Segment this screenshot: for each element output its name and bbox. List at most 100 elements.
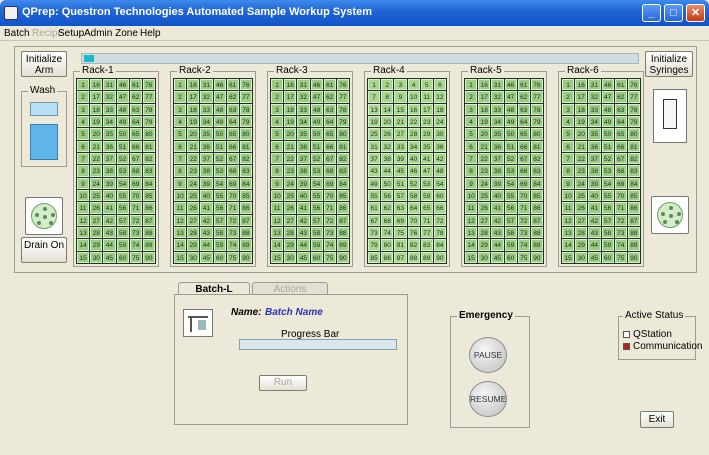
vial-position[interactable]: 55 (310, 189, 323, 202)
vial-position[interactable]: 2 (77, 91, 90, 103)
vial-position[interactable]: 29 (187, 239, 200, 251)
vial-position[interactable]: 29 (575, 239, 588, 251)
vial-position[interactable]: 67 (129, 152, 142, 165)
vial-position[interactable]: 77 (239, 91, 252, 103)
vial-position[interactable]: 80 (142, 128, 155, 140)
vial-position[interactable]: 36 (588, 140, 601, 152)
vial-position[interactable]: 42 (588, 214, 601, 226)
vial-position[interactable]: 88 (142, 226, 155, 239)
vial-position[interactable]: 65 (517, 128, 530, 140)
vial-position[interactable]: 74 (129, 239, 142, 251)
vial-position[interactable]: 23 (90, 165, 103, 177)
vial-position[interactable]: 17 (420, 103, 433, 115)
vial-position[interactable]: 48 (504, 103, 517, 115)
vial-position[interactable]: 41 (420, 152, 433, 165)
vial-position[interactable]: 87 (142, 214, 155, 226)
vial-position[interactable]: 82 (407, 239, 420, 251)
vial-position[interactable]: 1 (368, 79, 381, 91)
vial-position[interactable]: 62 (381, 202, 394, 214)
vial-position[interactable]: 65 (420, 202, 433, 214)
vial-position[interactable]: 90 (433, 251, 446, 263)
vial-position[interactable]: 10 (271, 189, 284, 202)
vial-position[interactable]: 10 (77, 189, 90, 202)
vial-position[interactable]: 28 (187, 226, 200, 239)
vial-position[interactable]: 49 (368, 177, 381, 189)
vial-position[interactable]: 18 (478, 103, 491, 115)
vial-position[interactable]: 33 (491, 103, 504, 115)
vial-position[interactable]: 60 (116, 251, 129, 263)
vial-position[interactable]: 87 (336, 214, 349, 226)
vial-position[interactable]: 28 (407, 128, 420, 140)
vial-position[interactable]: 1 (174, 79, 187, 91)
vial-position[interactable]: 25 (478, 189, 491, 202)
vial-position[interactable]: 78 (530, 103, 543, 115)
vial-position[interactable]: 30 (284, 251, 297, 263)
vial-position[interactable]: 20 (187, 128, 200, 140)
vial-position[interactable]: 24 (90, 177, 103, 189)
vial-position[interactable]: 34 (491, 115, 504, 128)
vial-position[interactable]: 89 (239, 239, 252, 251)
vial-position[interactable]: 30 (575, 251, 588, 263)
vial-position[interactable]: 84 (530, 177, 543, 189)
vial-position[interactable]: 49 (601, 115, 614, 128)
vial-position[interactable]: 63 (129, 103, 142, 115)
vial-position[interactable]: 70 (517, 189, 530, 202)
exit-button[interactable]: Exit (640, 411, 674, 428)
vial-position[interactable]: 33 (297, 103, 310, 115)
vial-position[interactable]: 66 (517, 140, 530, 152)
vial-position[interactable]: 39 (394, 152, 407, 165)
vial-position[interactable]: 65 (323, 128, 336, 140)
vial-position[interactable]: 75 (323, 251, 336, 263)
vial-position[interactable]: 75 (394, 226, 407, 239)
vial-position[interactable]: 62 (323, 91, 336, 103)
vial-position[interactable]: 12 (562, 214, 575, 226)
vial-position[interactable]: 25 (90, 189, 103, 202)
vial-position[interactable]: 5 (271, 128, 284, 140)
vial-position[interactable]: 53 (601, 165, 614, 177)
vial-position[interactable]: 10 (562, 189, 575, 202)
vial-position[interactable]: 3 (562, 103, 575, 115)
vial-position[interactable]: 6 (433, 79, 446, 91)
vial-position[interactable]: 18 (90, 103, 103, 115)
vial-position[interactable]: 24 (478, 177, 491, 189)
vial-position[interactable]: 61 (129, 79, 142, 91)
vial-position[interactable]: 8 (465, 165, 478, 177)
vial-position[interactable]: 66 (323, 140, 336, 152)
vial-position[interactable]: 23 (284, 165, 297, 177)
vial-position[interactable]: 67 (614, 152, 627, 165)
vial-position[interactable]: 53 (504, 165, 517, 177)
vial-position[interactable]: 66 (614, 140, 627, 152)
vial-position[interactable]: 85 (336, 189, 349, 202)
vial-position[interactable]: 78 (627, 103, 640, 115)
vial-position[interactable]: 32 (103, 91, 116, 103)
vial-position[interactable]: 44 (103, 239, 116, 251)
vial-position[interactable]: 11 (420, 91, 433, 103)
vial-position[interactable]: 17 (90, 91, 103, 103)
drain-on-button[interactable]: Drain On (21, 237, 67, 263)
vial-position[interactable]: 83 (627, 165, 640, 177)
vial-position[interactable]: 45 (297, 251, 310, 263)
vial-position[interactable]: 32 (588, 91, 601, 103)
vial-position[interactable]: 71 (129, 202, 142, 214)
vial-position[interactable]: 17 (284, 91, 297, 103)
vial-position[interactable]: 69 (517, 177, 530, 189)
vial-position[interactable]: 15 (174, 251, 187, 263)
vial-position[interactable]: 15 (562, 251, 575, 263)
vial-position[interactable]: 8 (381, 91, 394, 103)
vial-position[interactable]: 19 (575, 115, 588, 128)
vial-position[interactable]: 4 (271, 115, 284, 128)
vial-position[interactable]: 6 (562, 140, 575, 152)
vial-position[interactable]: 72 (129, 214, 142, 226)
vial-position[interactable]: 89 (142, 239, 155, 251)
vial-position[interactable]: 86 (381, 251, 394, 263)
vial-position[interactable]: 6 (465, 140, 478, 152)
vial-position[interactable]: 57 (213, 214, 226, 226)
vial-position[interactable]: 47 (601, 91, 614, 103)
vial-position[interactable]: 67 (368, 214, 381, 226)
vial-position[interactable]: 7 (271, 152, 284, 165)
vial-position[interactable]: 59 (116, 239, 129, 251)
vial-position[interactable]: 52 (601, 152, 614, 165)
vial-position[interactable]: 14 (271, 239, 284, 251)
vial-position[interactable]: 11 (465, 202, 478, 214)
vial-position[interactable]: 22 (90, 152, 103, 165)
